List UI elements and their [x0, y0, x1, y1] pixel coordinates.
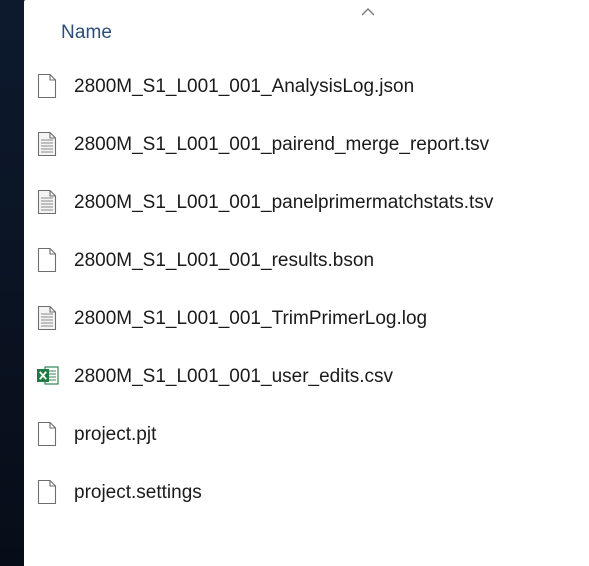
column-header-name[interactable]: Name	[61, 22, 112, 44]
file-row[interactable]: 2800M_S1_L001_001_user_edits.csv	[24, 363, 589, 421]
text-document-icon	[36, 131, 58, 157]
file-name[interactable]: 2800M_S1_L001_001_AnalysisLog.json	[74, 76, 414, 98]
file-name[interactable]: 2800M_S1_L001_001_user_edits.csv	[74, 366, 393, 388]
blank-document-icon	[36, 73, 58, 99]
file-name[interactable]: 2800M_S1_L001_001_pairend_merge_report.t…	[74, 134, 489, 156]
file-explorer-pane: Name 2800M_S1_L001_001_AnalysisLog.json 2…	[24, 0, 589, 566]
caret-up-icon[interactable]	[358, 6, 378, 18]
file-row[interactable]: project.pjt	[24, 421, 589, 479]
file-name[interactable]: 2800M_S1_L001_001_results.bson	[74, 250, 374, 272]
file-row[interactable]: 2800M_S1_L001_001_TrimPrimerLog.log	[24, 305, 589, 363]
file-name[interactable]: 2800M_S1_L001_001_panelprimermatchstats.…	[74, 192, 493, 214]
file-row[interactable]: 2800M_S1_L001_001_results.bson	[24, 247, 589, 305]
file-name[interactable]: project.pjt	[74, 424, 156, 446]
file-row[interactable]: 2800M_S1_L001_001_AnalysisLog.json	[24, 73, 589, 131]
file-name[interactable]: 2800M_S1_L001_001_TrimPrimerLog.log	[74, 308, 427, 330]
blank-document-icon	[36, 421, 58, 447]
blank-document-icon	[36, 479, 58, 505]
blank-document-icon	[36, 247, 58, 273]
text-document-icon	[36, 305, 58, 331]
text-document-icon	[36, 189, 58, 215]
file-list: 2800M_S1_L001_001_AnalysisLog.json 2800M_…	[24, 73, 589, 537]
file-name[interactable]: project.settings	[74, 482, 202, 504]
excel-csv-icon	[36, 363, 59, 389]
file-row[interactable]: 2800M_S1_L001_001_panelprimermatchstats.…	[24, 189, 589, 247]
file-row[interactable]: 2800M_S1_L001_001_pairend_merge_report.t…	[24, 131, 589, 189]
file-row[interactable]: project.settings	[24, 479, 589, 537]
